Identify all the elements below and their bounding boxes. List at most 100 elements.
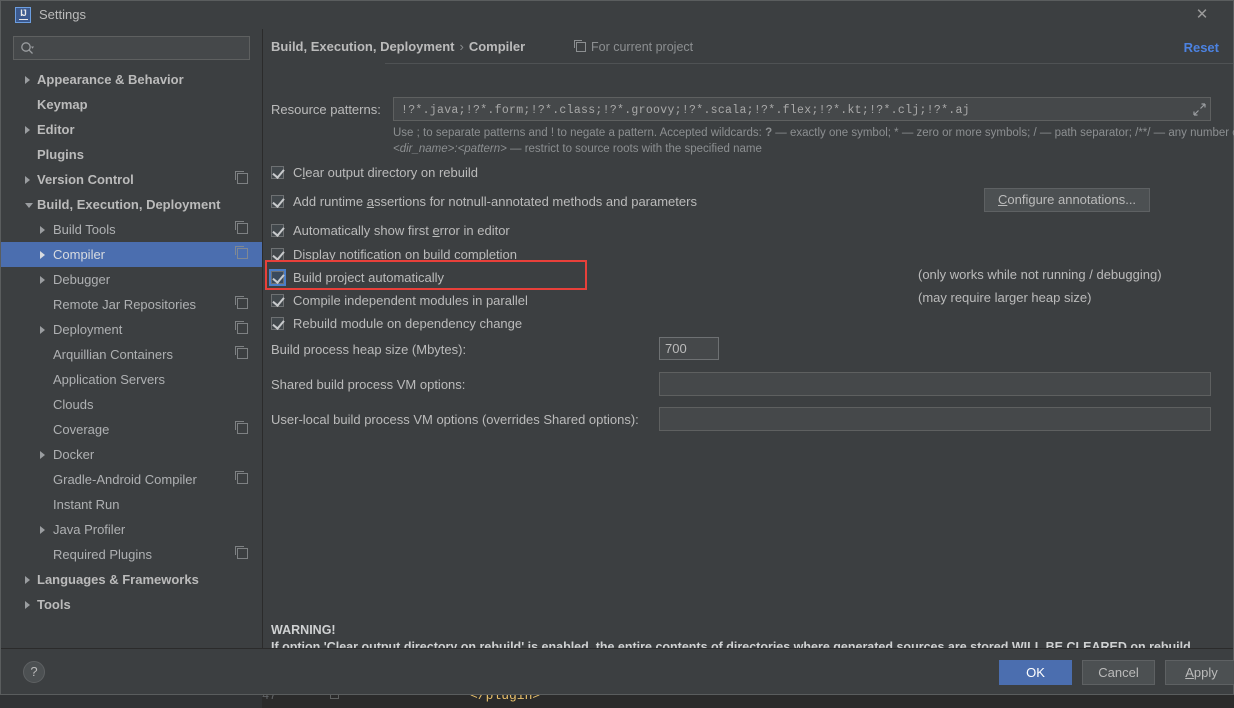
heap-size-field[interactable] [659, 337, 719, 360]
project-scope-icon [235, 171, 248, 184]
sidebar-item-java-profiler[interactable]: Java Profiler [1, 517, 262, 542]
parallel-heap-hint: (may require larger heap size) [918, 290, 1092, 305]
apply-button[interactable]: Apply [1165, 660, 1234, 685]
resource-patterns-input[interactable] [401, 101, 1188, 119]
chevron-right-icon[interactable] [40, 526, 45, 534]
sidebar-item-editor[interactable]: Editor [1, 117, 262, 142]
search-input[interactable] [38, 37, 245, 59]
sidebar-item-build-execution-deployment[interactable]: Build, Execution, Deployment [1, 192, 262, 217]
user-vm-options-field[interactable] [659, 407, 1211, 431]
checkbox-label: Clear output directory on rebuild [293, 165, 478, 180]
checkbox-input[interactable] [271, 194, 284, 208]
sidebar-item-label: Remote Jar Repositories [53, 297, 197, 312]
sidebar-item-application-servers[interactable]: Application Servers [1, 367, 262, 392]
intellij-idea-icon: IJ [15, 7, 31, 23]
chevron-down-icon[interactable] [25, 203, 33, 212]
checkbox-add-runtime-assertions-for[interactable]: Add runtime assertions for notnull-annot… [271, 191, 697, 211]
sidebar-item-label: Docker [53, 447, 95, 462]
sidebar-item-label: Clouds [53, 397, 94, 412]
settings-content-panel: Build, Execution, Deployment › Compiler Fo… [263, 29, 1234, 654]
sidebar-item-label: Deployment [53, 322, 123, 337]
label-mnemonic: a [366, 193, 374, 209]
chevron-right-icon[interactable] [25, 76, 30, 84]
project-scope-icon [235, 421, 248, 434]
sidebar-item-label: Appearance & Behavior [37, 72, 184, 87]
resource-patterns-hint: Use ; to separate patterns and ! to nega… [393, 125, 1234, 157]
sidebar-item-compiler[interactable]: Compiler [1, 242, 262, 267]
sidebar-item-label: Compiler [53, 247, 106, 262]
configure-mnemonic: C [998, 192, 1008, 207]
resource-patterns-field[interactable] [393, 97, 1211, 121]
chevron-right-icon[interactable] [40, 251, 45, 259]
sidebar-item-docker[interactable]: Docker [1, 442, 262, 467]
build-auto-hint: (only works while not running / debuggin… [918, 267, 1162, 282]
user-vm-options-label: User-local build process VM options (ove… [271, 412, 639, 427]
project-scope-icon [235, 346, 248, 359]
checkbox-input[interactable] [271, 165, 284, 179]
label-part-1: Display notification on build completion [293, 246, 518, 262]
window-title: Settings [39, 7, 86, 22]
configure-annotations-button[interactable]: Configure annotations... [984, 188, 1151, 212]
ok-button[interactable]: OK [999, 660, 1072, 685]
chevron-right-icon[interactable] [25, 576, 30, 584]
sidebar-item-gradle-android-compiler[interactable]: Gradle-Android Compiler [1, 467, 262, 492]
sidebar-item-debugger[interactable]: Debugger [1, 267, 262, 292]
checkbox-input[interactable] [271, 223, 284, 237]
checkbox-automatically-show-first-error[interactable]: Automatically show first error in editor [271, 220, 510, 240]
chevron-right-icon[interactable] [40, 226, 45, 234]
checkbox-input[interactable] [271, 247, 284, 261]
sidebar-item-instant-run[interactable]: Instant Run [1, 492, 262, 517]
chevron-right-icon[interactable] [25, 176, 30, 184]
label-part-2: ear output directory on rebuild [305, 164, 478, 180]
sidebar-item-label: Version Control [37, 172, 134, 187]
checkbox-input[interactable] [271, 293, 284, 307]
sidebar-item-plugins[interactable]: Plugins [1, 142, 262, 167]
shared-vm-options-input[interactable] [660, 373, 1210, 395]
sidebar-item-build-tools[interactable]: Build Tools [1, 217, 262, 242]
sidebar-item-languages-frameworks[interactable]: Languages & Frameworks [1, 567, 262, 592]
checkbox-rebuild-module-on-dependency[interactable]: Rebuild module on dependency change [271, 313, 522, 333]
breadcrumb-root[interactable]: Build, Execution, Deployment [271, 39, 454, 54]
sidebar-item-clouds[interactable]: Clouds [1, 392, 262, 417]
checkbox-build-project-automatically[interactable]: Build project automatically [269, 267, 444, 287]
sidebar-item-tools[interactable]: Tools [1, 592, 262, 617]
chevron-right-icon[interactable] [40, 276, 45, 284]
checkbox-input[interactable] [269, 268, 286, 286]
chevron-right-icon[interactable] [40, 451, 45, 459]
sidebar-item-version-control[interactable]: Version Control [1, 167, 262, 192]
sidebar-item-appearance-behavior[interactable]: Appearance & Behavior [1, 67, 262, 92]
label-part-1: Compile independent modules in parallel [293, 292, 528, 308]
checkbox-display-notification-on-build[interactable]: Display notification on build completion [271, 244, 517, 264]
dialog-body: Appearance & Behavior Keymap Editor Plugins… [1, 29, 1234, 654]
expand-editor-icon[interactable] [1193, 103, 1206, 116]
sidebar-item-keymap[interactable]: Keymap [1, 92, 262, 117]
sidebar-item-required-plugins[interactable]: Required Plugins [1, 542, 262, 567]
shared-vm-options-field[interactable] [659, 372, 1211, 396]
sidebar-item-remote-jar-repositories[interactable]: Remote Jar Repositories [1, 292, 262, 317]
chevron-right-icon[interactable] [25, 601, 30, 609]
cancel-button[interactable]: Cancel [1082, 660, 1155, 685]
warning-title: WARNING! [271, 623, 336, 637]
checkbox-label: Build project automatically [293, 270, 444, 285]
heap-size-input[interactable] [660, 338, 718, 359]
sidebar-item-deployment[interactable]: Deployment [1, 317, 262, 342]
help-button[interactable]: ? [23, 661, 45, 683]
user-vm-options-input[interactable] [660, 408, 1210, 430]
search-box[interactable] [13, 36, 250, 60]
checkbox-clear-output-directory-on[interactable]: Clear output directory on rebuild [271, 162, 478, 182]
sidebar-item-label: Tools [37, 597, 71, 612]
chevron-right-icon[interactable] [25, 126, 30, 134]
close-icon[interactable]: ✕ [1193, 6, 1211, 24]
reset-link[interactable]: Reset [1184, 40, 1219, 55]
checkbox-compile-independent-modules-in[interactable]: Compile independent modules in parallel [271, 290, 528, 310]
checkbox-input[interactable] [271, 316, 284, 330]
sidebar-item-arquillian-containers[interactable]: Arquillian Containers [1, 342, 262, 367]
scope-label: For current project [591, 40, 694, 54]
sidebar-item-label: Build, Execution, Deployment [37, 197, 221, 212]
breadcrumb-separator: › [459, 39, 464, 54]
sidebar-item-label: Editor [37, 122, 75, 137]
scope-indicator: For current project [574, 40, 694, 54]
sidebar-item-coverage[interactable]: Coverage [1, 417, 262, 442]
label-part-1: Build project automatically [293, 269, 445, 285]
chevron-right-icon[interactable] [40, 326, 45, 334]
